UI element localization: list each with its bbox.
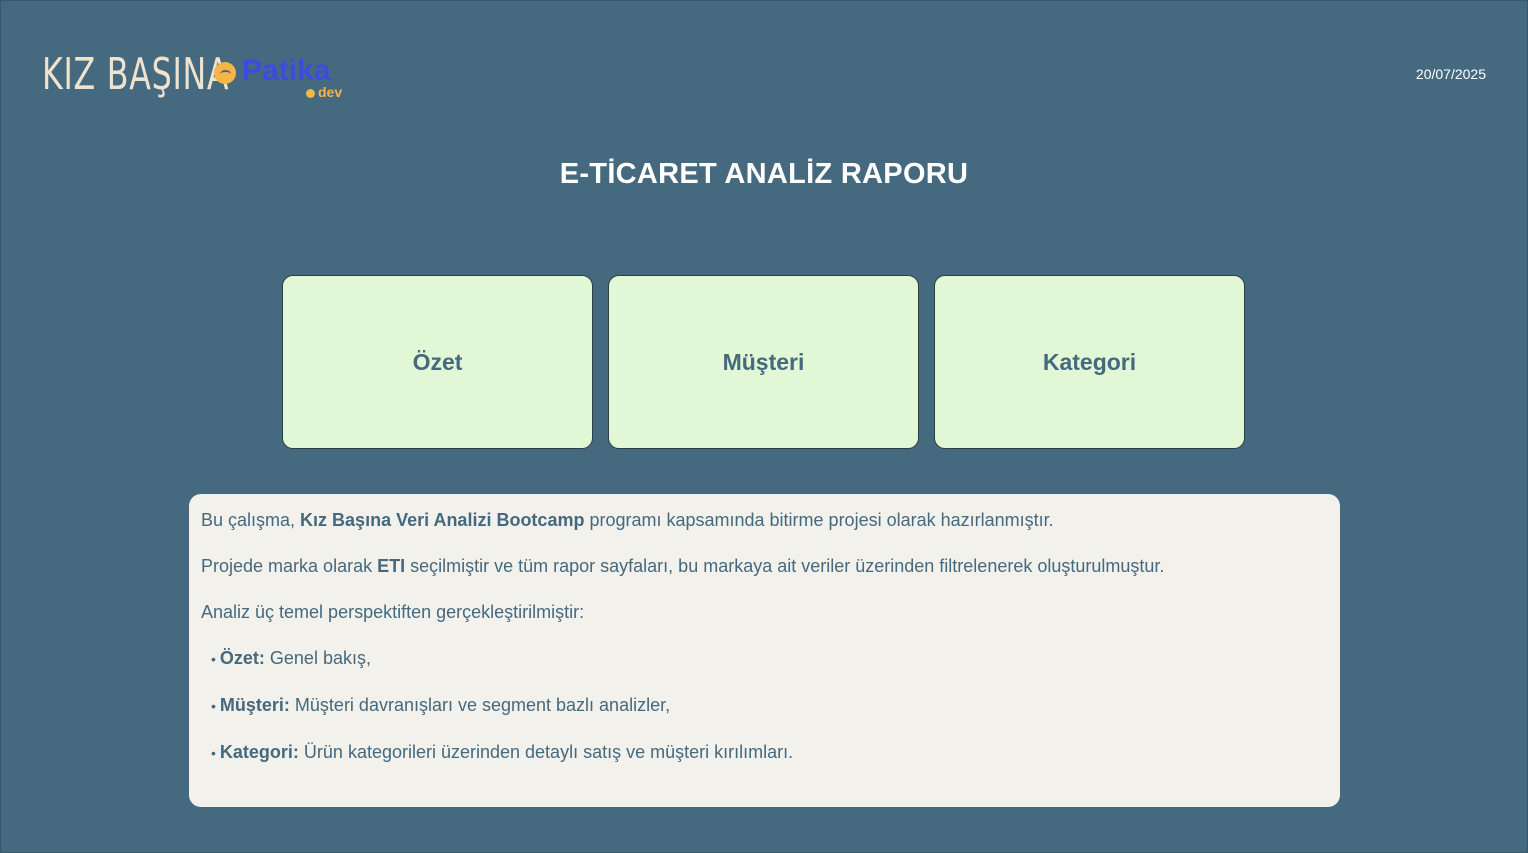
nav-button-musteri[interactable]: Müşteri <box>608 275 919 449</box>
text-span: Bu çalışma, <box>201 510 301 530</box>
page-title: E-TİCARET ANALİZ RAPORU <box>559 158 969 190</box>
description-panel: Bu çalışma, Kız Başına Veri Analizi Boot… <box>189 494 1340 807</box>
patika-dev-logo: Patika dev <box>212 54 352 104</box>
list-item-label: Müşteri: <box>219 695 290 715</box>
text-span: Projede marka olarak <box>201 556 378 576</box>
bullet-icon: • <box>211 745 216 761</box>
kiz-basina-logo: KIZ BAŞINA <box>42 48 230 100</box>
description-line: Analiz üç temel perspektiften gerçekleşt… <box>201 602 585 622</box>
report-date: 20/07/2025 <box>1415 66 1486 82</box>
bootcamp-name: Kız Başına Veri Analizi Bootcamp <box>300 510 585 530</box>
nav-button-ozet[interactable]: Özet <box>282 275 593 449</box>
nav-button-kategori[interactable]: Kategori <box>934 275 1245 449</box>
bullet-icon: • <box>211 698 216 714</box>
list-item-label: Özet: <box>219 648 265 668</box>
text-span: seçilmiştir ve tüm rapor sayfaları, bu m… <box>405 556 1165 576</box>
list-item: • Müşteri: Müşteri davranışları ve segmen… <box>201 693 1328 717</box>
list-item-text: Ürün kategorileri üzerinden detaylı satı… <box>298 742 794 762</box>
list-item-label: Kategori: <box>219 742 299 762</box>
description-line: Projede marka olarak ETI seçilmiştir ve … <box>201 554 1328 578</box>
description-line: Bu çalışma, Kız Başına Veri Analizi Boot… <box>201 508 1328 532</box>
bullet-icon: • <box>211 651 216 667</box>
patika-logo-suffix: dev <box>318 84 343 100</box>
brand-name: ETI <box>377 556 406 576</box>
text-span: programı kapsamında bitirme projesi olar… <box>584 510 1054 530</box>
list-item: • Kategori: Ürün kategorileri üzerinden d… <box>201 740 1328 764</box>
list-item-text: Müşteri davranışları ve segment bazlı an… <box>289 695 671 715</box>
list-item: • Özet: Genel bakış, <box>201 646 1328 670</box>
list-item-text: Genel bakış, <box>264 648 371 668</box>
patika-logo-word: Patika <box>242 54 331 87</box>
patika-dot-icon <box>306 89 315 98</box>
patika-smile-icon <box>214 62 236 84</box>
